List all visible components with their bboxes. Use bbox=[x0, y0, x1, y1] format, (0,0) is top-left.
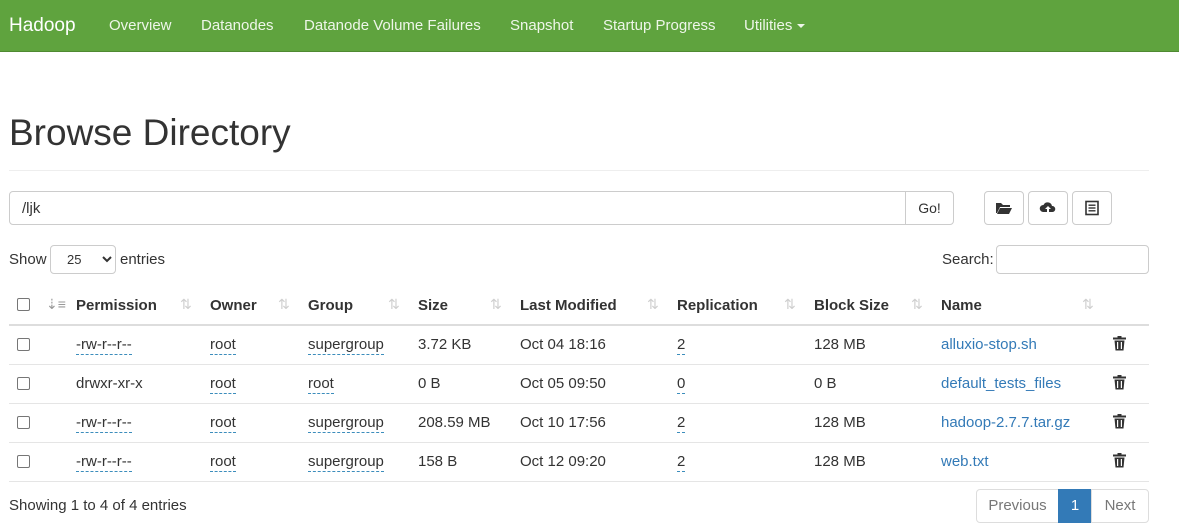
page-title: Browse Directory bbox=[9, 112, 291, 153]
permission-cell[interactable]: drwxr-xr-x bbox=[76, 375, 143, 393]
select-all-checkbox[interactable] bbox=[17, 298, 30, 311]
trash-icon[interactable] bbox=[1113, 453, 1126, 468]
previous-page-button[interactable]: Previous bbox=[976, 489, 1059, 523]
row-checkbox[interactable] bbox=[17, 338, 30, 351]
column-header-owner[interactable]: Owner bbox=[210, 297, 257, 314]
group-cell[interactable]: supergroup bbox=[308, 453, 384, 472]
column-header-name[interactable]: Name bbox=[941, 297, 982, 314]
sort-both-icon: ⇅ bbox=[388, 296, 400, 312]
size-cell: 158 B bbox=[418, 453, 458, 470]
modified-cell: Oct 05 09:50 bbox=[520, 375, 606, 392]
upload-file-button[interactable] bbox=[1028, 191, 1068, 225]
next-page-button[interactable]: Next bbox=[1091, 489, 1149, 523]
file-name-link[interactable]: hadoop-2.7.7.tar.gz bbox=[941, 414, 1070, 432]
sort-both-icon: ⇅ bbox=[278, 296, 290, 312]
sort-icon[interactable]: ⇣≡ bbox=[46, 296, 66, 313]
block-size-cell: 128 MB bbox=[814, 336, 866, 353]
directory-path-input[interactable] bbox=[9, 191, 906, 225]
trash-icon[interactable] bbox=[1113, 375, 1126, 390]
sort-both-icon: ⇅ bbox=[490, 296, 502, 312]
replication-cell[interactable]: 0 bbox=[677, 375, 686, 394]
trash-icon[interactable] bbox=[1113, 336, 1126, 351]
modified-cell: Oct 04 18:16 bbox=[520, 336, 606, 353]
list-alt-icon bbox=[1085, 200, 1099, 216]
permission-cell[interactable]: -rw-r--r-- bbox=[76, 414, 132, 433]
size-cell: 208.59 MB bbox=[418, 414, 491, 431]
row-checkbox[interactable] bbox=[17, 377, 30, 390]
row-divider bbox=[9, 403, 1149, 404]
create-directory-button[interactable] bbox=[984, 191, 1024, 225]
go-button[interactable]: Go! bbox=[905, 191, 954, 225]
nav-snapshot[interactable]: Snapshot bbox=[510, 17, 573, 35]
page-1-button[interactable]: 1 bbox=[1058, 489, 1092, 523]
nav-datanode-volume-failures[interactable]: Datanode Volume Failures bbox=[304, 17, 481, 35]
replication-cell[interactable]: 2 bbox=[677, 453, 686, 472]
column-header-replication[interactable]: Replication bbox=[677, 297, 758, 314]
show-label: Show bbox=[9, 251, 47, 268]
replication-cell[interactable]: 2 bbox=[677, 414, 686, 433]
column-header-permission[interactable]: Permission bbox=[76, 297, 157, 314]
search-label: Search: bbox=[942, 251, 994, 268]
replication-cell[interactable]: 2 bbox=[677, 336, 686, 355]
block-size-cell: 128 MB bbox=[814, 453, 866, 470]
folder-open-icon bbox=[996, 203, 1012, 214]
sort-both-icon: ⇅ bbox=[1082, 296, 1094, 312]
owner-cell[interactable]: root bbox=[210, 414, 236, 433]
entries-per-page-select[interactable]: 25 bbox=[50, 245, 116, 274]
file-name-link[interactable]: default_tests_files bbox=[941, 375, 1061, 393]
top-navbar: Hadoop Overview Datanodes Datanode Volum… bbox=[0, 0, 1179, 52]
column-header-last-modified[interactable]: Last Modified bbox=[520, 297, 617, 314]
permission-cell[interactable]: -rw-r--r-- bbox=[76, 453, 132, 472]
sort-both-icon: ⇅ bbox=[784, 296, 796, 312]
brand-link[interactable]: Hadoop bbox=[9, 14, 76, 38]
cut-paste-button[interactable] bbox=[1072, 191, 1112, 225]
sort-both-icon: ⇅ bbox=[647, 296, 659, 312]
entries-label: entries bbox=[120, 251, 166, 268]
sort-both-icon: ⇅ bbox=[180, 296, 192, 312]
size-cell: 0 B bbox=[418, 375, 441, 392]
row-checkbox[interactable] bbox=[17, 455, 30, 468]
modified-cell: Oct 12 09:20 bbox=[520, 453, 606, 470]
group-cell[interactable]: supergroup bbox=[308, 336, 384, 355]
file-name-link[interactable]: web.txt bbox=[941, 453, 989, 471]
cloud-upload-icon bbox=[1039, 202, 1056, 213]
nav-overview[interactable]: Overview bbox=[109, 17, 172, 35]
nav-utilities-label: Utilities bbox=[744, 17, 793, 34]
nav-utilities-dropdown[interactable]: Utilities bbox=[744, 17, 806, 35]
caret-down-icon bbox=[797, 24, 806, 29]
search-input[interactable] bbox=[996, 245, 1149, 274]
owner-cell[interactable]: root bbox=[210, 453, 236, 472]
block-size-cell: 0 B bbox=[814, 375, 837, 392]
nav-startup-progress[interactable]: Startup Progress bbox=[603, 17, 716, 35]
row-divider bbox=[9, 364, 1149, 365]
permission-cell[interactable]: -rw-r--r-- bbox=[76, 336, 132, 355]
title-divider bbox=[9, 170, 1149, 171]
row-divider bbox=[9, 442, 1149, 443]
group-cell[interactable]: root bbox=[308, 375, 334, 394]
table-info: Showing 1 to 4 of 4 entries bbox=[9, 497, 187, 514]
trash-icon[interactable] bbox=[1113, 414, 1126, 429]
sort-both-icon: ⇅ bbox=[911, 296, 923, 312]
owner-cell[interactable]: root bbox=[210, 336, 236, 355]
column-header-block-size[interactable]: Block Size bbox=[814, 297, 889, 314]
header-divider bbox=[9, 324, 1149, 326]
column-header-size[interactable]: Size bbox=[418, 297, 448, 314]
size-cell: 3.72 KB bbox=[418, 336, 472, 353]
modified-cell: Oct 10 17:56 bbox=[520, 414, 606, 431]
owner-cell[interactable]: root bbox=[210, 375, 236, 394]
nav-datanodes[interactable]: Datanodes bbox=[201, 17, 274, 35]
column-header-group[interactable]: Group bbox=[308, 297, 353, 314]
row-divider bbox=[9, 481, 1149, 482]
file-name-link[interactable]: alluxio-stop.sh bbox=[941, 336, 1037, 354]
row-checkbox[interactable] bbox=[17, 416, 30, 429]
block-size-cell: 128 MB bbox=[814, 414, 866, 431]
group-cell[interactable]: supergroup bbox=[308, 414, 384, 433]
